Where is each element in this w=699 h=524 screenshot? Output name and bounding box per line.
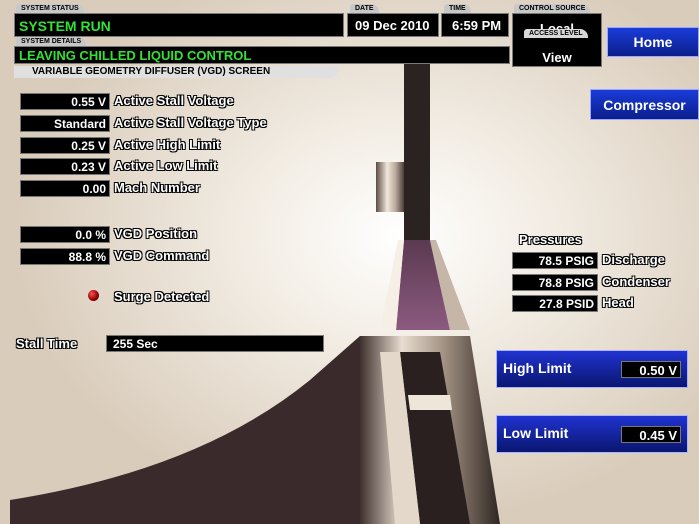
pressure-value: 27.8 PSID [512,295,598,312]
stall-time-value: 255 Sec [106,335,324,352]
high-limit-panel[interactable]: High Limit 0.50 V [496,350,688,388]
surge-indicator-led [88,290,99,301]
vgd-command-label: VGD Command [114,248,210,263]
time-tab: TIME [444,4,471,13]
system-status-tab: SYSTEM STATUS [16,4,84,13]
low-limit-value[interactable]: 0.45 V [621,426,681,443]
param-label: Active Stall Voltage [114,93,234,108]
vgd-command-value: 88.8 % [20,248,110,265]
system-details-tab: SYSTEM DETAILS [16,37,87,46]
vgd-position-label: VGD Position [114,226,198,241]
pressure-value: 78.8 PSIG [512,274,598,291]
param-value: 0.25 V [20,137,110,154]
compressor-button[interactable]: Compressor [590,89,699,120]
date-tab: DATE [350,4,379,13]
param-value: 0.55 V [20,93,110,110]
time-value: 6:59 PM [452,18,502,33]
param-value: Standard [20,115,110,132]
control-source-tab: CONTROL SOURCE [514,4,591,13]
vgd-position-value: 0.0 % [20,226,110,243]
low-limit-label: Low Limit [503,425,569,441]
system-details-value: LEAVING CHILLED LIQUID CONTROL [19,48,252,63]
system-details-box: LEAVING CHILLED LIQUID CONTROL [14,46,510,64]
pressure-label: Condenser [602,274,670,289]
stall-time-label: Stall Time [16,336,78,351]
access-level-value: View [542,50,572,65]
pressure-label: Head [602,295,634,310]
time-box: 6:59 PM [441,13,509,37]
low-limit-panel[interactable]: Low Limit 0.45 V [496,415,688,453]
access-level-tab: ACCESS LEVEL [524,29,588,38]
home-button[interactable]: Home [607,27,699,57]
param-value: 0.00 [20,180,110,197]
pressures-title: Pressures [519,232,582,247]
surge-detected-label: Surge Detected [114,289,210,304]
param-label: Mach Number [114,180,200,195]
system-status-value: SYSTEM RUN [19,18,111,34]
param-label: Active Stall Voltage Type [114,115,267,130]
pressure-label: Discharge [602,252,665,267]
param-value: 0.23 V [20,158,110,175]
pressure-value: 78.5 PSIG [512,252,598,269]
screen-title: VARIABLE GEOMETRY DIFFUSER (VGD) SCREEN [14,66,339,78]
system-status-box: SYSTEM RUN [14,13,344,37]
date-box: 09 Dec 2010 [347,13,439,37]
param-label: Active Low Limit [114,158,218,173]
param-label: Active High Limit [114,137,221,152]
high-limit-value[interactable]: 0.50 V [621,361,681,378]
date-value: 09 Dec 2010 [355,18,430,33]
high-limit-label: High Limit [503,360,572,376]
